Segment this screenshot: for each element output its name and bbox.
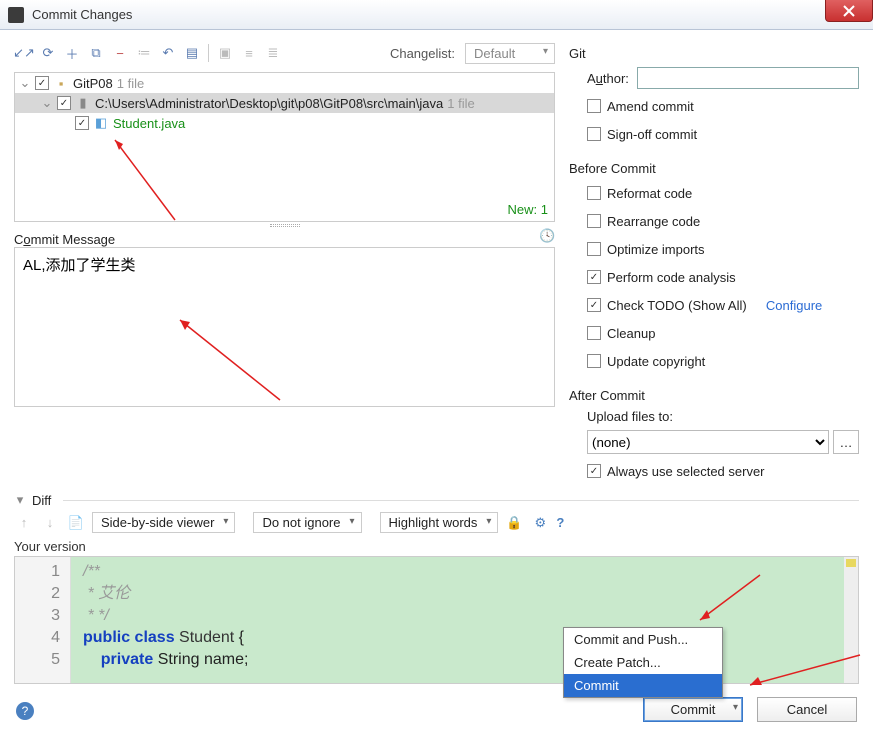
tree-path-meta: 1 file <box>447 96 474 111</box>
highlight-select[interactable]: Highlight words <box>380 512 499 533</box>
author-input[interactable] <box>637 67 859 89</box>
jump-source-icon[interactable]: 📄 <box>66 513 86 533</box>
tree-root[interactable]: ⌄ ▪ GitP08 1 file <box>15 73 554 93</box>
copyright-checkbox[interactable] <box>587 354 601 368</box>
chevron-down-icon[interactable]: ⌄ <box>19 75 31 91</box>
upload-browse-button[interactable]: … <box>833 430 859 454</box>
before-commit-section: Before Commit <box>569 161 859 176</box>
commit-menu: Commit and Push... Create Patch... Commi… <box>563 627 723 698</box>
error-stripe[interactable] <box>844 557 858 683</box>
commit-split-icon[interactable]: ▾ <box>733 702 738 713</box>
signoff-checkbox[interactable] <box>587 127 601 141</box>
dialog-help-icon[interactable]: ? <box>16 702 34 720</box>
optimize-checkbox[interactable] <box>587 242 601 256</box>
changes-toolbar: ↙↗ ⟳ ＋ ⧉ − ≔ ↶ ▤ ▣ ≡ ≣ Changelist: Defau… <box>14 40 555 66</box>
always-server-label: Always use selected server <box>607 464 765 479</box>
lock-icon[interactable]: 🔒 <box>504 513 524 533</box>
gear-icon[interactable]: ⚙ <box>530 513 550 533</box>
chevron-down-icon[interactable]: ⌄ <box>41 95 53 111</box>
refresh-icon[interactable]: ⟳ <box>38 43 58 63</box>
upload-select[interactable]: (none) <box>587 430 829 454</box>
amend-label: Amend commit <box>607 99 694 114</box>
tree-file[interactable]: ◧ Student.java <box>15 113 554 133</box>
revert-icon[interactable]: ↶ <box>158 43 178 63</box>
checkbox[interactable] <box>57 96 71 110</box>
tree-path[interactable]: ⌄ ▮ C:\Users\Administrator\Desktop\git\p… <box>15 93 554 113</box>
commit-and-push-item[interactable]: Commit and Push... <box>564 628 722 651</box>
collapse-icon[interactable]: ≡ <box>239 43 259 63</box>
remove-icon[interactable]: − <box>110 43 130 63</box>
show-diff-icon[interactable]: ↙↗ <box>14 43 34 63</box>
reformat-label: Reformat code <box>607 186 692 201</box>
cleanup-checkbox[interactable] <box>587 326 601 340</box>
flat-icon[interactable]: ≣ <box>263 43 283 63</box>
prev-diff-icon[interactable]: ↑ <box>14 513 34 533</box>
code-content: /** * 艾伦 * */ public class Student { pri… <box>71 557 858 683</box>
todo-checkbox[interactable] <box>587 298 601 312</box>
viewer-mode-select[interactable]: Side-by-side viewer <box>92 512 235 533</box>
close-button[interactable] <box>825 0 873 22</box>
analysis-label: Perform code analysis <box>607 270 736 285</box>
cancel-button[interactable]: Cancel <box>757 697 857 722</box>
changelist-select[interactable]: Default <box>465 43 555 64</box>
tree-root-meta: 1 file <box>117 76 144 91</box>
your-version-label: Your version <box>14 539 859 554</box>
group-icon[interactable]: ≔ <box>134 43 154 63</box>
reformat-checkbox[interactable] <box>587 186 601 200</box>
cleanup-label: Cleanup <box>607 326 655 341</box>
author-label: Author: <box>587 71 629 86</box>
add-changelist-icon[interactable]: ＋ <box>62 43 82 63</box>
tree-path-label: C:\Users\Administrator\Desktop\git\p08\G… <box>95 96 443 111</box>
create-patch-item[interactable]: Create Patch... <box>564 651 722 674</box>
tree-file-label: Student.java <box>113 116 185 131</box>
app-icon <box>8 7 24 23</box>
commit-item[interactable]: Commit <box>564 674 722 697</box>
line-gutter: 12345 <box>15 557 71 683</box>
analysis-checkbox[interactable] <box>587 270 601 284</box>
checkbox[interactable] <box>75 116 89 130</box>
close-icon <box>843 5 855 17</box>
help-icon[interactable]: ? <box>556 515 564 530</box>
changelist-label: Changelist: <box>390 46 455 61</box>
note-icon[interactable]: ▤ <box>182 43 202 63</box>
diff-label: Diff <box>32 493 51 508</box>
rearrange-label: Rearrange code <box>607 214 700 229</box>
next-diff-icon[interactable]: ↓ <box>40 513 60 533</box>
folder-icon: ▮ <box>75 95 91 111</box>
changes-tree: ⌄ ▪ GitP08 1 file ⌄ ▮ C:\Users\Administr… <box>14 72 555 222</box>
rearrange-checkbox[interactable] <box>587 214 601 228</box>
amend-checkbox[interactable] <box>587 99 601 113</box>
git-section: Git <box>569 46 859 61</box>
commit-message-input[interactable]: AL,添加了学生类 <box>14 247 555 407</box>
configure-link[interactable]: Configure <box>766 298 822 313</box>
upload-label: Upload files to: <box>569 409 859 424</box>
tree-root-label: GitP08 <box>73 76 113 91</box>
diff-toolbar: ↑ ↓ 📄 Side-by-side viewer Do not ignore … <box>14 512 859 533</box>
diff-viewer[interactable]: 12345 /** * 艾伦 * */ public class Student… <box>14 556 859 684</box>
signoff-label: Sign-off commit <box>607 127 697 142</box>
commit-message-label: Commit Message <box>14 232 555 247</box>
new-count: New: 1 <box>508 202 548 217</box>
java-file-icon: ◧ <box>93 115 109 131</box>
todo-label: Check TODO (Show All) <box>607 298 747 313</box>
after-commit-section: After Commit <box>569 388 859 403</box>
copyright-label: Update copyright <box>607 354 705 369</box>
optimize-label: Optimize imports <box>607 242 705 257</box>
checkbox[interactable] <box>35 76 49 90</box>
diff-chevron-icon[interactable]: ▾ <box>14 492 26 508</box>
expand-icon[interactable]: ▣ <box>215 43 235 63</box>
always-server-checkbox[interactable] <box>587 464 601 478</box>
window-title: Commit Changes <box>32 7 132 22</box>
copy-changelist-icon[interactable]: ⧉ <box>86 43 106 63</box>
commit-button[interactable]: Commit ▾ <box>643 697 743 722</box>
ignore-select[interactable]: Do not ignore <box>253 512 361 533</box>
history-icon[interactable]: 🕓 <box>539 228 555 244</box>
module-icon: ▪ <box>53 75 69 91</box>
